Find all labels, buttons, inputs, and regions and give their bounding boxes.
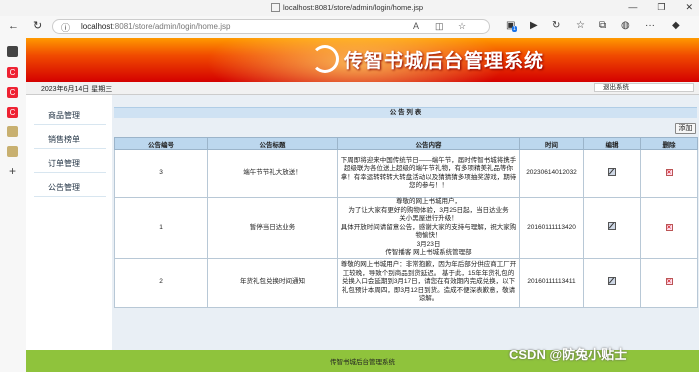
notice-time: 20160111113420 — [519, 197, 584, 259]
notice-time: 20230614012032 — [519, 149, 584, 198]
watermark: CSDN @防兔小贴士 — [509, 347, 628, 362]
edit-icon[interactable] — [608, 167, 616, 176]
reload-icon[interactable]: ↻ — [33, 20, 42, 32]
menu-item-notices[interactable]: 公告管理 — [34, 179, 106, 197]
notice-title: 端午节节礼大放送！ — [207, 149, 338, 198]
split-screen-icon[interactable]: ◫ — [435, 21, 444, 32]
play-icon[interactable]: ▶ — [530, 20, 538, 31]
url-text: localhost:8081/store/admin/login/home.js… — [81, 22, 231, 31]
header-id: 公告编号 — [114, 137, 208, 150]
window-title: localhost:8081/store/admin/login/home.js… — [283, 3, 424, 12]
csdn-tab-icon[interactable]: C — [7, 107, 18, 118]
site-banner: 传智书城后台管理系统 — [26, 38, 699, 82]
address-bar[interactable]: ⓘ localhost:8081/store/admin/login/home.… — [52, 19, 490, 34]
table-header-row: 公告编号 公告标题 公告内容 时间 编辑 删除 — [114, 137, 698, 150]
notice-id: 1 — [114, 197, 208, 259]
csdn-tab-icon[interactable]: C — [7, 67, 18, 78]
header-title: 公告标题 — [207, 137, 338, 150]
info-icon[interactable]: ⓘ — [61, 21, 70, 34]
delete-cell: ✕ — [640, 257, 698, 308]
menu-item-sales-ranking[interactable]: 销售榜单 — [34, 131, 106, 149]
current-date: 2023年6月14日 星期三 — [41, 86, 113, 93]
more-menu-icon[interactable]: ··· — [645, 20, 655, 31]
notice-content: 下周即将迎来中国传统节日——端午节，届时传智书城将携手超级联为各位送上超级的端午… — [337, 149, 520, 198]
refresh-ext-icon[interactable]: ↻ — [552, 20, 560, 31]
tab-actions-icon[interactable] — [7, 46, 18, 57]
logo-icon — [311, 45, 339, 73]
image-tab-icon[interactable] — [7, 146, 18, 157]
browser-title-bar: localhost:8081/store/admin/login/home.js… — [0, 0, 699, 16]
notice-title: 年货礼包兑换时间通知 — [207, 257, 338, 308]
csdn-tab-icon[interactable]: C — [7, 87, 18, 98]
main-panel: 公 告 列 表 添加 公告编号 公告标题 公告内容 时间 编辑 删除 3 端午节… — [112, 95, 699, 350]
menu-item-goods[interactable]: 商品管理 — [34, 107, 106, 125]
restore-icon[interactable]: ❐ — [657, 2, 665, 13]
table-row: 3 端午节节礼大放送！ 下周即将迎来中国传统节日——端午节，届时传智书城将携手超… — [114, 149, 698, 198]
logout-link[interactable]: 退出系统 — [594, 83, 694, 92]
edit-cell — [583, 149, 641, 198]
edit-icon[interactable] — [608, 222, 616, 230]
edit-cell — [583, 197, 641, 259]
copilot-icon[interactable]: ◆ — [672, 20, 680, 31]
header-time: 时间 — [519, 137, 584, 150]
collections-icon[interactable]: ⧉ — [599, 20, 606, 31]
favorites-icon[interactable]: ☆ — [576, 20, 585, 31]
window-controls: — ❐ ✕ — [628, 2, 693, 13]
side-menu: 商品管理 销售榜单 订单管理 公告管理 — [26, 95, 112, 350]
site-title: 传智书城后台管理系统 — [344, 51, 545, 72]
minimize-icon[interactable]: — — [628, 2, 637, 13]
delete-icon[interactable]: ✕ — [665, 278, 673, 286]
info-bar: 2023年6月14日 星期三 退出系统 — [26, 82, 699, 95]
edit-icon[interactable] — [608, 276, 616, 285]
back-arrow-icon[interactable]: ← — [8, 20, 19, 32]
notice-content: 尊敬的网上书城用户， 为了让大家有更好的购物体验，3月25日起，当日达业务 关小… — [337, 197, 520, 259]
notice-time: 20160111113411 — [519, 257, 584, 308]
notice-id: 3 — [114, 149, 208, 198]
add-button[interactable]: 添加 — [675, 123, 696, 134]
new-tab-icon[interactable]: + — [7, 165, 18, 177]
delete-icon[interactable]: ✕ — [665, 169, 673, 177]
notice-id: 2 — [114, 257, 208, 308]
favorite-star-icon[interactable]: ☆ — [458, 21, 466, 32]
delete-icon[interactable]: ✕ — [665, 223, 673, 231]
notice-content: 尊敬的网上书城用户：非常抱歉，因为年后部分供应商工厂开工较晚，导致个别商品到货延… — [337, 257, 520, 308]
notice-table: 公告编号 公告标题 公告内容 时间 编辑 删除 3 端午节节礼大放送！ 下周即将… — [114, 137, 698, 308]
browser-toolbar: ← ↻ ⓘ localhost:8081/store/admin/login/h… — [0, 16, 699, 39]
extension-badge: 1 — [512, 26, 517, 32]
profile-icon[interactable]: ◍ — [621, 20, 630, 31]
browser-side-strip: C C C + — [0, 38, 27, 372]
page-icon — [271, 3, 280, 12]
header-delete: 删除 — [640, 137, 698, 150]
table-row: 1 暂停当日达业务 尊敬的网上书城用户， 为了让大家有更好的购物体验，3月25日… — [114, 197, 698, 259]
image-tab-icon[interactable] — [7, 126, 18, 137]
edit-cell — [583, 257, 641, 308]
table-row: 2 年货礼包兑换时间通知 尊敬的网上书城用户：非常抱歉，因为年后部分供应商工厂开… — [114, 257, 698, 308]
delete-cell: ✕ — [640, 197, 698, 259]
menu-item-orders[interactable]: 订单管理 — [34, 155, 106, 173]
header-edit: 编辑 — [583, 137, 641, 150]
header-content: 公告内容 — [337, 137, 520, 150]
panel-title: 公 告 列 表 — [114, 107, 697, 118]
delete-cell: ✕ — [640, 149, 698, 198]
close-icon[interactable]: ✕ — [685, 2, 693, 13]
read-aloud-icon[interactable]: A — [413, 21, 419, 31]
notice-title: 暂停当日达业务 — [207, 197, 338, 259]
